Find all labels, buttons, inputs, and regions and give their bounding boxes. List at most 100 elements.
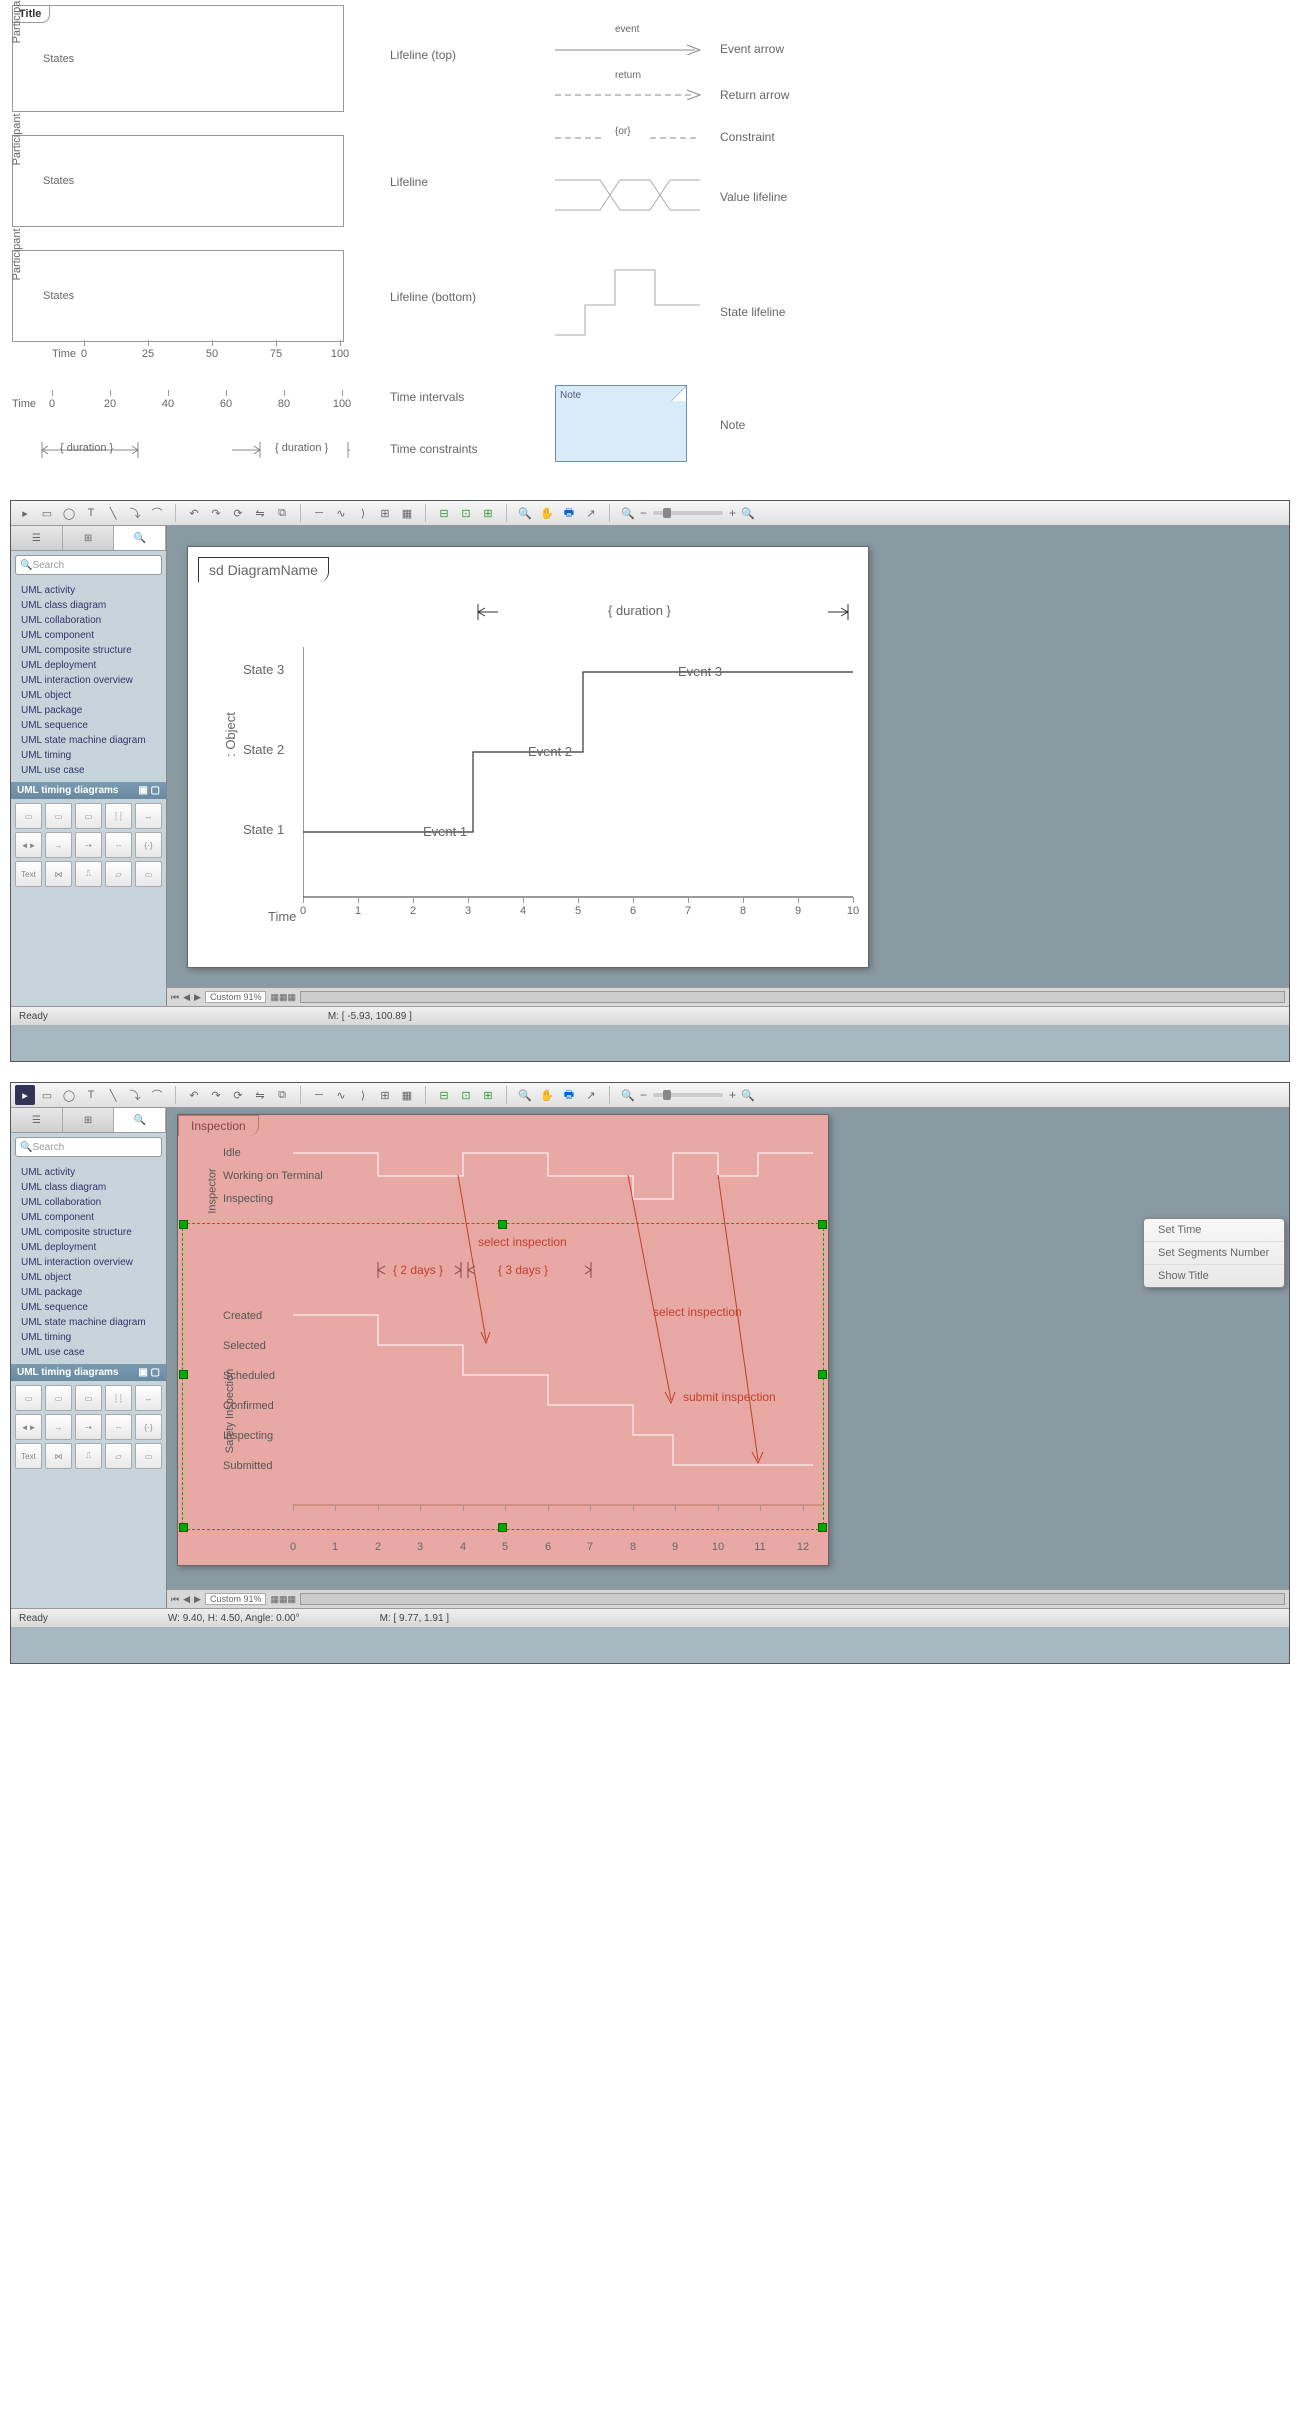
sidebar-tab-search[interactable]: 🔍: [114, 526, 166, 550]
zoom-in-icon[interactable]: 🔍: [515, 1085, 535, 1105]
lib-item[interactable]: UML composite structure: [11, 1225, 166, 1240]
stencil-item[interactable]: --: [105, 832, 132, 858]
h-scrollbar[interactable]: [300, 1593, 1285, 1605]
ctx-set-time[interactable]: Set Time: [1144, 1219, 1284, 1242]
zoom-slider[interactable]: [653, 1093, 723, 1097]
lib-item[interactable]: UML package: [11, 703, 166, 718]
library-header[interactable]: UML timing diagrams▣ ▢: [11, 782, 166, 799]
stencil-item[interactable]: ↔: [135, 1385, 162, 1411]
stencil-item[interactable]: ▭: [45, 803, 72, 829]
line-tool-icon[interactable]: ╲: [103, 503, 123, 523]
plus-icon[interactable]: +: [729, 1088, 736, 1102]
undo-icon[interactable]: ↶: [184, 1085, 204, 1105]
redo-icon[interactable]: ↷: [206, 1085, 226, 1105]
redo-icon[interactable]: ↷: [206, 503, 226, 523]
line-tool-icon[interactable]: ╲: [103, 1085, 123, 1105]
copy-icon[interactable]: ⧉: [272, 503, 292, 523]
h-scrollbar[interactable]: [300, 991, 1285, 1003]
text-tool-icon[interactable]: T: [81, 1085, 101, 1105]
pan-icon[interactable]: ✋: [537, 1085, 557, 1105]
selection-handle[interactable]: [818, 1220, 827, 1229]
rect-tool-icon[interactable]: ▭: [37, 1085, 57, 1105]
lib-item[interactable]: UML package: [11, 1285, 166, 1300]
stencil-item[interactable]: ▱: [105, 1443, 132, 1469]
page-nav-icon[interactable]: ◀: [183, 992, 190, 1003]
sidebar-tab-1[interactable]: ☰: [11, 1108, 63, 1132]
lib-item[interactable]: UML collaboration: [11, 613, 166, 628]
angle-icon[interactable]: ⟩: [353, 1085, 373, 1105]
selection-handle[interactable]: [179, 1523, 188, 1532]
export-icon[interactable]: ↗: [581, 503, 601, 523]
lib-item[interactable]: UML interaction overview: [11, 673, 166, 688]
snap-icon[interactable]: ⊞: [375, 1085, 395, 1105]
canvas-page[interactable]: Inspection Inspector Idle Working on Ter…: [177, 1114, 829, 1566]
lib-item[interactable]: UML state machine diagram: [11, 733, 166, 748]
grid-icon[interactable]: ▦: [397, 503, 417, 523]
selection-handle[interactable]: [498, 1523, 507, 1532]
stencil-item[interactable]: ▱: [105, 861, 132, 887]
snap-icon[interactable]: ⊞: [375, 503, 395, 523]
stencil-item[interactable]: ▭: [135, 861, 162, 887]
stencil-item[interactable]: ┊┊: [105, 803, 132, 829]
search-input[interactable]: 🔍 Search: [15, 555, 162, 575]
sidebar-tab-2[interactable]: ⊞: [63, 526, 115, 550]
stencil-text-item[interactable]: Text: [15, 861, 42, 887]
stencil-item[interactable]: ▭: [135, 1443, 162, 1469]
connector-tool-icon[interactable]: ⤵: [125, 1085, 145, 1105]
lib-item[interactable]: UML timing: [11, 748, 166, 763]
stencil-item[interactable]: ▭: [15, 1385, 42, 1411]
page-nav-icon[interactable]: ⏮: [171, 992, 179, 1003]
stencil-item[interactable]: ⎍: [75, 1443, 102, 1469]
minus-icon[interactable]: −: [640, 506, 647, 520]
stencil-item[interactable]: {·}: [135, 1414, 162, 1440]
curve-icon[interactable]: ∿: [331, 503, 351, 523]
stencil-item[interactable]: ⇢: [75, 832, 102, 858]
ellipse-tool-icon[interactable]: ◯: [59, 503, 79, 523]
stencil-item[interactable]: →: [45, 1414, 72, 1440]
align-icon[interactable]: ⊟: [434, 503, 454, 523]
stencil-text-item[interactable]: Text: [15, 1443, 42, 1469]
distribute-icon[interactable]: ⊡: [456, 503, 476, 523]
pointer-tool-icon[interactable]: ▸: [15, 503, 35, 523]
lib-item[interactable]: UML object: [11, 1270, 166, 1285]
print-icon[interactable]: 🖶: [559, 1085, 579, 1105]
zoom-out-icon[interactable]: 🔍: [618, 503, 638, 523]
lib-item[interactable]: UML state machine diagram: [11, 1315, 166, 1330]
zoom-fit-icon[interactable]: 🔍: [738, 1085, 758, 1105]
view-modes-icon[interactable]: ▦▦▦: [270, 1594, 296, 1605]
stencil-item[interactable]: --: [105, 1414, 132, 1440]
rotate-icon[interactable]: ⟳: [228, 1085, 248, 1105]
lib-item[interactable]: UML sequence: [11, 1300, 166, 1315]
selection-handle[interactable]: [818, 1523, 827, 1532]
stencil-item[interactable]: ⎍: [75, 861, 102, 887]
plus-icon[interactable]: +: [729, 506, 736, 520]
group-icon[interactable]: ⊞: [478, 503, 498, 523]
zoom-in-icon[interactable]: 🔍: [515, 503, 535, 523]
stencil-item[interactable]: ◄►: [15, 1414, 42, 1440]
arc-tool-icon[interactable]: ⌒: [147, 503, 167, 523]
lib-item[interactable]: UML use case: [11, 1345, 166, 1360]
lib-item[interactable]: UML activity: [11, 583, 166, 598]
stencil-item[interactable]: ▭: [75, 803, 102, 829]
align-icon[interactable]: ⊟: [434, 1085, 454, 1105]
zoom-readout[interactable]: Custom 91%: [205, 991, 267, 1003]
lib-item[interactable]: UML deployment: [11, 658, 166, 673]
line-style-icon[interactable]: ─: [309, 503, 329, 523]
rotate-icon[interactable]: ⟳: [228, 503, 248, 523]
selection-handle[interactable]: [179, 1370, 188, 1379]
lib-item[interactable]: UML class diagram: [11, 598, 166, 613]
sidebar-tab-search[interactable]: 🔍: [114, 1108, 166, 1132]
collapse-icon[interactable]: ▣ ▢: [138, 1367, 160, 1378]
export-icon[interactable]: ↗: [581, 1085, 601, 1105]
arc-tool-icon[interactable]: ⌒: [147, 1085, 167, 1105]
stencil-item[interactable]: ⋈: [45, 1443, 72, 1469]
ctx-set-segments[interactable]: Set Segments Number: [1144, 1242, 1284, 1265]
page-nav-icon[interactable]: ▶: [194, 992, 201, 1003]
zoom-fit-icon[interactable]: 🔍: [738, 503, 758, 523]
lib-item[interactable]: UML sequence: [11, 718, 166, 733]
lib-item[interactable]: UML component: [11, 1210, 166, 1225]
canvas-area[interactable]: sd DiagramName { duration } : Object Sta…: [167, 526, 1289, 1006]
lib-item[interactable]: UML activity: [11, 1165, 166, 1180]
undo-icon[interactable]: ↶: [184, 503, 204, 523]
text-tool-icon[interactable]: T: [81, 503, 101, 523]
